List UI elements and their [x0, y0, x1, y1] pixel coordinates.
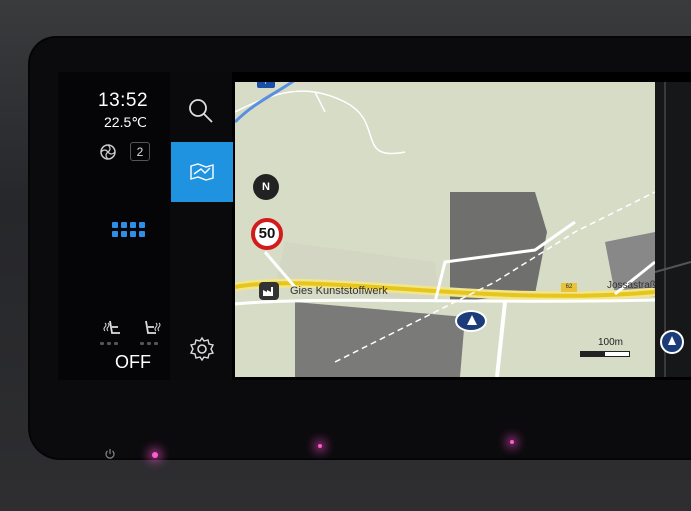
edge-navigation-arrow-icon[interactable]: [660, 330, 684, 354]
fan-icon[interactable]: [98, 142, 118, 162]
scale-label: 100m: [598, 337, 624, 348]
seat-heat-left-icon[interactable]: [102, 317, 124, 339]
ambient-light: [318, 444, 322, 448]
power-icon[interactable]: [104, 448, 116, 460]
factory-icon[interactable]: [259, 282, 279, 300]
seat-heating-status: OFF: [115, 352, 151, 372]
ambient-light: [510, 440, 514, 444]
infotainment-screen: 13:52 22.5℃ 2 OFF 7 N 50 Gies Kunststoff…: [58, 72, 691, 380]
scale-bar: [580, 351, 630, 357]
route-shield: 62: [561, 283, 577, 292]
cabin-temperature: 22.5℃: [104, 114, 147, 130]
route-shield-top: 7: [257, 82, 275, 88]
search-icon[interactable]: [186, 96, 216, 126]
apps-grid-icon[interactable]: [112, 222, 146, 242]
ambient-light: [152, 452, 158, 458]
speed-limit-sign: 50: [251, 218, 283, 250]
map-icon: [190, 163, 214, 181]
vehicle-position-icon: [455, 310, 487, 332]
compass-icon[interactable]: N: [253, 174, 279, 200]
secondary-map-panel[interactable]: [655, 82, 691, 377]
clock: 13:52: [98, 90, 149, 111]
map-scale: 100m: [580, 337, 630, 357]
street-label: Jossastraße: [607, 280, 655, 291]
map-geometry: [235, 82, 655, 377]
navigation-tab[interactable]: [171, 142, 233, 202]
seat-heat-right-icon[interactable]: [140, 317, 162, 339]
status-column: 13:52 22.5℃ 2 OFF: [58, 72, 170, 380]
factory-glyph: [263, 287, 273, 296]
poi-label[interactable]: Gies Kunststoffwerk: [290, 285, 388, 297]
fan-level-indicator[interactable]: 2: [130, 142, 150, 161]
seat-heat-left-level: [100, 342, 122, 346]
navigation-map[interactable]: 7 N 50 Gies Kunststoffwerk 62 Jossastraß…: [235, 82, 655, 377]
seat-heat-right-level: [140, 342, 162, 346]
gear-icon[interactable]: [188, 335, 216, 363]
